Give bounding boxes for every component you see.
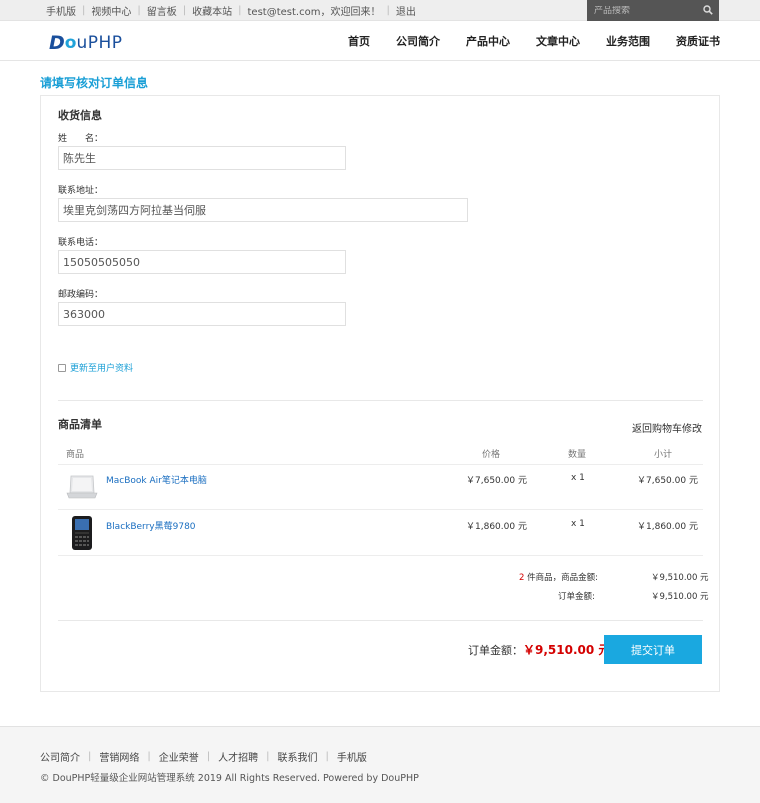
page-title: 请填写核对订单信息 [40, 76, 149, 90]
product-link[interactable]: BlackBerry黑莓9780 [106, 519, 196, 532]
top-link-mobile[interactable]: 手机版 [40, 3, 82, 18]
blackberry-thumbnail[interactable] [71, 515, 93, 551]
nav-products[interactable]: 产品中心 [466, 33, 510, 49]
total-label: 订单金额： [468, 644, 523, 657]
back-to-cart-link[interactable]: 返回购物车修改 [632, 420, 702, 435]
product-subtotal: ￥7,650.00 元 [637, 476, 698, 486]
update-profile-checkbox[interactable] [58, 363, 66, 372]
product-search [587, 0, 719, 21]
products-section-title: 商品清单 [58, 418, 102, 431]
logo-letter-d: D [49, 32, 65, 54]
search-input[interactable] [587, 5, 697, 16]
top-bar: 手机版 | 视频中心 | 留言板 | 收藏本站 | test@test.com，… [0, 0, 760, 21]
footer-link-honors[interactable]: 企业荣誉 [159, 749, 199, 764]
column-header-product: 商品 [66, 450, 85, 460]
nav-business[interactable]: 业务范围 [606, 33, 650, 49]
goods-amount: ￥9,510.00 元 [651, 573, 709, 583]
top-link-video[interactable]: 视频中心 [85, 3, 137, 18]
footer-link-jobs[interactable]: 人才招聘 [218, 749, 258, 764]
footer-separator: | [325, 751, 329, 762]
footer-link-network[interactable]: 营销网络 [99, 749, 139, 764]
footer-links: 公司简介 | 营销网络 | 企业荣誉 | 人才招聘 | 联系我们 | 手机版 [40, 749, 367, 764]
site-footer: 公司简介 | 营销网络 | 企业荣誉 | 人才招聘 | 联系我们 | 手机版 ©… [0, 726, 760, 803]
submit-order-button[interactable]: 提交订单 [604, 635, 702, 664]
table-row-divider [58, 555, 703, 556]
product-link[interactable]: MacBook Air笔记本电脑 [106, 473, 207, 486]
nav-articles[interactable]: 文章中心 [536, 33, 580, 49]
footer-separator: | [147, 751, 151, 762]
footer-link-contact[interactable]: 联系我们 [278, 749, 318, 764]
product-quantity: x 1 [571, 473, 585, 483]
order-amount: ￥9,510.00 元 [651, 592, 709, 602]
zip-field[interactable]: 363000 [58, 302, 346, 326]
footer-link-mobile[interactable]: 手机版 [337, 749, 367, 764]
footer-separator: | [206, 751, 211, 762]
product-price: ￥1,860.00 元 [466, 522, 527, 532]
footer-separator: | [266, 751, 270, 762]
product-quantity: x 1 [571, 519, 585, 529]
site-logo[interactable]: Do uPHP [49, 32, 123, 54]
order-form-container [40, 95, 720, 692]
update-profile-label[interactable]: 更新至用户资料 [70, 361, 133, 374]
product-subtotal: ￥1,860.00 元 [637, 522, 698, 532]
total-value: ￥9,510.00 元 [523, 643, 611, 657]
macbook-thumbnail[interactable] [64, 472, 98, 500]
shipping-section-title: 收货信息 [58, 109, 102, 122]
zip-label: 邮政编码： [58, 290, 104, 300]
order-amount-label: 订单金额: [558, 592, 595, 602]
user-welcome[interactable]: test@test.com，欢迎回来！ [242, 3, 387, 18]
phone-field[interactable]: 15050505050 [58, 250, 346, 274]
footer-link-about[interactable]: 公司简介 [40, 749, 80, 764]
goods-count-summary: 2 件商品，商品金额: [519, 571, 598, 583]
site-header: Do uPHP 首页 公司简介 产品中心 文章中心 业务范围 资质证书 [0, 21, 760, 61]
main-nav: 首页 公司简介 产品中心 文章中心 业务范围 资质证书 [322, 21, 720, 61]
section-divider [58, 400, 703, 401]
logout-link[interactable]: 退出 [390, 3, 422, 18]
logo-text: uPHP [76, 33, 123, 53]
top-link-bookmark[interactable]: 收藏本站 [186, 3, 238, 18]
phone-label: 联系电话： [58, 238, 104, 248]
copyright: © DouPHP轻量级企业网站管理系统 2019 All Rights Rese… [40, 773, 419, 784]
goods-count-suffix: 件商品，商品金额: [524, 573, 598, 583]
table-row-divider [58, 509, 703, 510]
footer-separator: | [88, 751, 92, 762]
address-label: 联系地址： [58, 186, 104, 196]
address-field[interactable]: 埃里克剑荡四方阿拉基当伺服 [58, 198, 468, 222]
logo-letter-o: o [64, 33, 77, 53]
name-label: 姓 名： [58, 134, 104, 144]
search-icon[interactable] [703, 5, 713, 15]
nav-certificates[interactable]: 资质证书 [676, 33, 720, 49]
table-row-divider [58, 464, 703, 465]
column-header-price: 价格 [482, 450, 501, 460]
product-price: ￥7,650.00 元 [466, 476, 527, 486]
top-link-guestbook[interactable]: 留言板 [141, 3, 183, 18]
section-divider [58, 620, 703, 621]
nav-about[interactable]: 公司简介 [396, 33, 440, 49]
update-profile-option[interactable]: 更新至用户资料 [58, 361, 133, 374]
column-header-qty: 数量 [568, 450, 587, 460]
column-header-subtotal: 小计 [654, 450, 673, 460]
name-field[interactable]: 陈先生 [58, 146, 346, 170]
nav-home[interactable]: 首页 [348, 33, 370, 49]
top-links: 手机版 | 视频中心 | 留言板 | 收藏本站 | test@test.com，… [40, 0, 422, 21]
